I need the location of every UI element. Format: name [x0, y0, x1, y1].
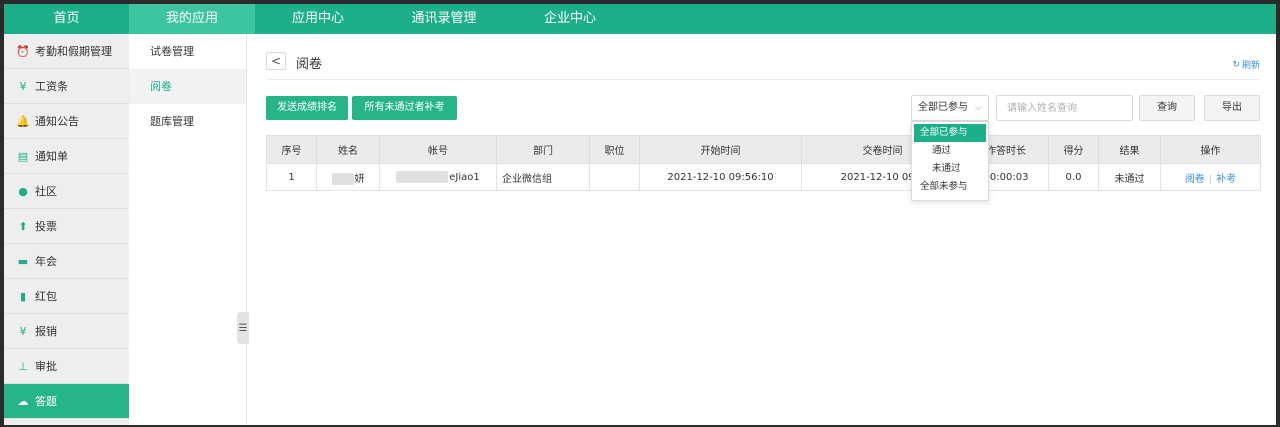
redacted-block: [396, 171, 449, 183]
sidebar-item-reimburse[interactable]: ¥ 报销: [4, 314, 129, 349]
col-header-department: 部门: [496, 135, 590, 164]
sidebar-item-label: 年会: [35, 255, 57, 268]
nav-contacts[interactable]: 通讯录管理: [381, 4, 507, 34]
sidebar-item-annual-party[interactable]: ▬ 年会: [4, 244, 129, 279]
vote-icon: ⬆: [18, 219, 28, 233]
filter-option-failed[interactable]: 未通过: [914, 160, 986, 178]
sidebar-item-notice[interactable]: ▤ 通知单: [4, 139, 129, 174]
refresh-icon: ↻: [1232, 59, 1240, 70]
filter-option-passed[interactable]: 通过: [914, 142, 986, 160]
page-title: 阅卷: [296, 57, 323, 72]
results-table: 序号 姓名 帐号 部门 职位 开始时间 交卷时间 作答时长 得分 结果 操作 1…: [266, 135, 1261, 191]
sidebar-item-quiz[interactable]: ☁ 答题: [4, 384, 129, 419]
cell-account-text: eJiao1: [449, 172, 480, 183]
yen-icon: ¥: [19, 324, 27, 338]
query-button[interactable]: 查询: [1139, 95, 1195, 121]
chevron-left-icon: <: [270, 54, 282, 68]
list-icon: ▤: [17, 149, 29, 163]
nav-enterprise[interactable]: 企业中心: [507, 4, 633, 34]
cell-position: [589, 163, 640, 191]
sidebar-item-label: 审批: [35, 360, 57, 373]
sidebar-item-vote[interactable]: ⬆ 投票: [4, 209, 129, 244]
sidebar-item-approval[interactable]: ⊥ 审批: [4, 349, 129, 384]
cell-name: 妍: [316, 163, 380, 191]
sidebar-item-label: 通知单: [35, 150, 68, 163]
chat-icon: ●: [18, 184, 28, 198]
sidebar-item-salary[interactable]: ¥ 工资条: [4, 69, 129, 104]
salary-icon: ¥: [19, 79, 27, 93]
sidebar-item-label: 工资条: [35, 80, 68, 93]
cell-account: eJiao1: [379, 163, 497, 191]
page-header: < 阅卷 ↻ 刷新: [266, 52, 1260, 80]
cell-index: 1: [266, 163, 317, 191]
makeup-all-button[interactable]: 所有未通过者补考: [352, 96, 457, 120]
participation-filter-dropdown: 全部已参与 通过 未通过 全部未参与: [911, 121, 989, 201]
sidebar-item-announcement[interactable]: 🔔 通知公告: [4, 104, 129, 139]
table-row: 1 妍 eJiao1 企业微信组 2021-12-10 09:56:10 202…: [266, 163, 1261, 191]
cell-actions: 阅卷 | 补考: [1160, 163, 1261, 191]
refresh-label: 刷新: [1241, 61, 1260, 71]
nav-home[interactable]: 首页: [4, 4, 129, 34]
sidebar-item-attendance[interactable]: ⏰ 考勤和假期管理: [4, 34, 129, 69]
action-separator: |: [1208, 173, 1213, 185]
toolbar: 发送成绩排名 所有未通过者补考 全部已参与 ⌵ 查询 导出: [266, 95, 1260, 121]
cell-department: 企业微信组: [496, 163, 590, 191]
filter-option-not-participated[interactable]: 全部未参与: [914, 178, 986, 196]
filter-value: 全部已参与: [918, 102, 968, 113]
submenu-item-grading[interactable]: 阅卷: [129, 69, 246, 104]
participation-filter-select[interactable]: 全部已参与 ⌵: [911, 95, 989, 121]
sidebar: ⏰ 考勤和假期管理 ¥ 工资条 🔔 通知公告 ▤ 通知单 ● 社区 ⬆ 投票 ▬…: [4, 34, 129, 425]
sidebar-item-label: 社区: [35, 185, 57, 198]
sidebar-item-label: 答题: [35, 395, 57, 408]
col-header-account: 帐号: [379, 135, 497, 164]
collapse-handle[interactable]: ☰: [237, 312, 249, 344]
nav-my-apps[interactable]: 我的应用: [129, 4, 255, 34]
table-header-row: 序号 姓名 帐号 部门 职位 开始时间 交卷时间 作答时长 得分 结果 操作: [266, 135, 1261, 164]
sidebar-item-label: 通知公告: [35, 115, 79, 128]
filter-option-all-participated[interactable]: 全部已参与: [914, 124, 986, 142]
sidebar-item-label: 投票: [35, 220, 57, 233]
refresh-button[interactable]: ↻ 刷新: [1232, 58, 1260, 72]
cell-name-text: 妍: [354, 173, 365, 185]
export-button[interactable]: 导出: [1204, 95, 1260, 121]
redpacket-icon: ▮: [19, 289, 27, 303]
submenu-item-paper-management[interactable]: 试卷管理: [129, 34, 246, 69]
app-window: 首页 我的应用 应用中心 通讯录管理 企业中心 ⏰ 考勤和假期管理 ¥ 工资条 …: [4, 4, 1276, 425]
col-header-name: 姓名: [316, 135, 380, 164]
sidebar-item-label: 考勤和假期管理: [35, 45, 112, 58]
attendance-icon: ⏰: [16, 44, 30, 58]
send-rank-button[interactable]: 发送成绩排名: [266, 96, 348, 120]
col-header-score: 得分: [1048, 135, 1099, 164]
cell-score: 0.0: [1048, 163, 1099, 191]
chevron-down-icon: ⌵: [975, 103, 982, 113]
sidebar-item-label: 报销: [35, 325, 57, 338]
back-button[interactable]: <: [266, 52, 286, 70]
col-header-position: 职位: [589, 135, 640, 164]
main-content: < 阅卷 ↻ 刷新 发送成绩排名 所有未通过者补考 全部已参与 ⌵ 查询 导出: [266, 34, 1276, 425]
col-header-actions: 操作: [1160, 135, 1261, 164]
cell-result: 未通过: [1098, 163, 1161, 191]
col-header-start-time: 开始时间: [639, 135, 802, 164]
sidebar-item-label: 红包: [35, 290, 57, 303]
sidebar-item-community[interactable]: ● 社区: [4, 174, 129, 209]
cell-start-time: 2021-12-10 09:56:10: [639, 163, 802, 191]
sidebar-item-red-packet[interactable]: ▮ 红包: [4, 279, 129, 314]
card-icon: ▬: [17, 254, 29, 268]
menu-icon: ☰: [238, 322, 248, 334]
redacted-block: [331, 172, 354, 185]
makeup-link[interactable]: 补考: [1216, 174, 1236, 185]
sub-menu: 试卷管理 阅卷 题库管理: [129, 34, 247, 425]
review-link[interactable]: 阅卷: [1185, 174, 1205, 185]
nav-app-center[interactable]: 应用中心: [255, 4, 381, 34]
stamp-icon: ⊥: [18, 359, 28, 373]
col-header-index: 序号: [266, 135, 317, 164]
col-header-result: 结果: [1098, 135, 1161, 164]
top-nav: 首页 我的应用 应用中心 通讯录管理 企业中心: [4, 4, 1276, 34]
bell-icon: 🔔: [16, 114, 30, 128]
cloud-icon: ☁: [17, 394, 29, 408]
submenu-item-question-bank[interactable]: 题库管理: [129, 104, 246, 139]
name-search-input[interactable]: [996, 95, 1133, 121]
